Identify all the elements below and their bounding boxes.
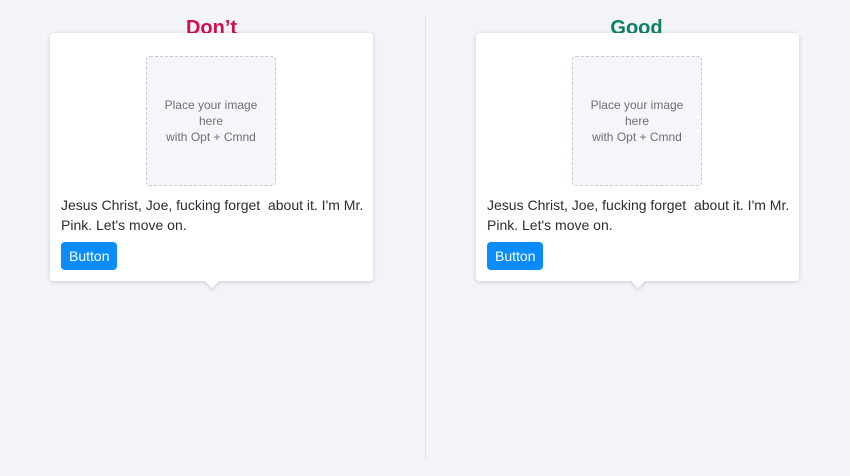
popover-card-body: Place your image here with Opt + Cmnd Je… (50, 33, 373, 281)
placeholder-text-line1: Place your image (164, 98, 258, 112)
popover-button[interactable]: Button (487, 242, 544, 270)
placeholder-text-line1: Place your image (590, 98, 684, 112)
good-panel: Good Place your image here with Opt + Cm… (426, 0, 850, 476)
dont-panel: Don’t Place your image here with Opt + C… (0, 0, 425, 476)
image-placeholder[interactable]: Place your image here with Opt + Cmnd (146, 56, 276, 186)
placeholder-text-line3: with Opt + Cmnd (166, 130, 256, 144)
image-placeholder[interactable]: Place your image here with Opt + Cmnd (572, 56, 702, 186)
popover-body-text: Jesus Christ, Joe, fucking forget about … (487, 197, 794, 233)
popover-button[interactable]: Button (61, 242, 118, 270)
placeholder-text-line3: with Opt + Cmnd (592, 130, 682, 144)
popover-body-text: Jesus Christ, Joe, fucking forget about … (61, 197, 368, 233)
popover-card: Place your image here with Opt + Cmnd Je… (476, 33, 799, 281)
popover-card: Place your image here with Opt + Cmnd Je… (50, 33, 373, 281)
placeholder-text-line2: here (198, 114, 224, 128)
placeholder-text-line2: here (624, 114, 650, 128)
popover-card-body: Place your image here with Opt + Cmnd Je… (476, 33, 799, 281)
